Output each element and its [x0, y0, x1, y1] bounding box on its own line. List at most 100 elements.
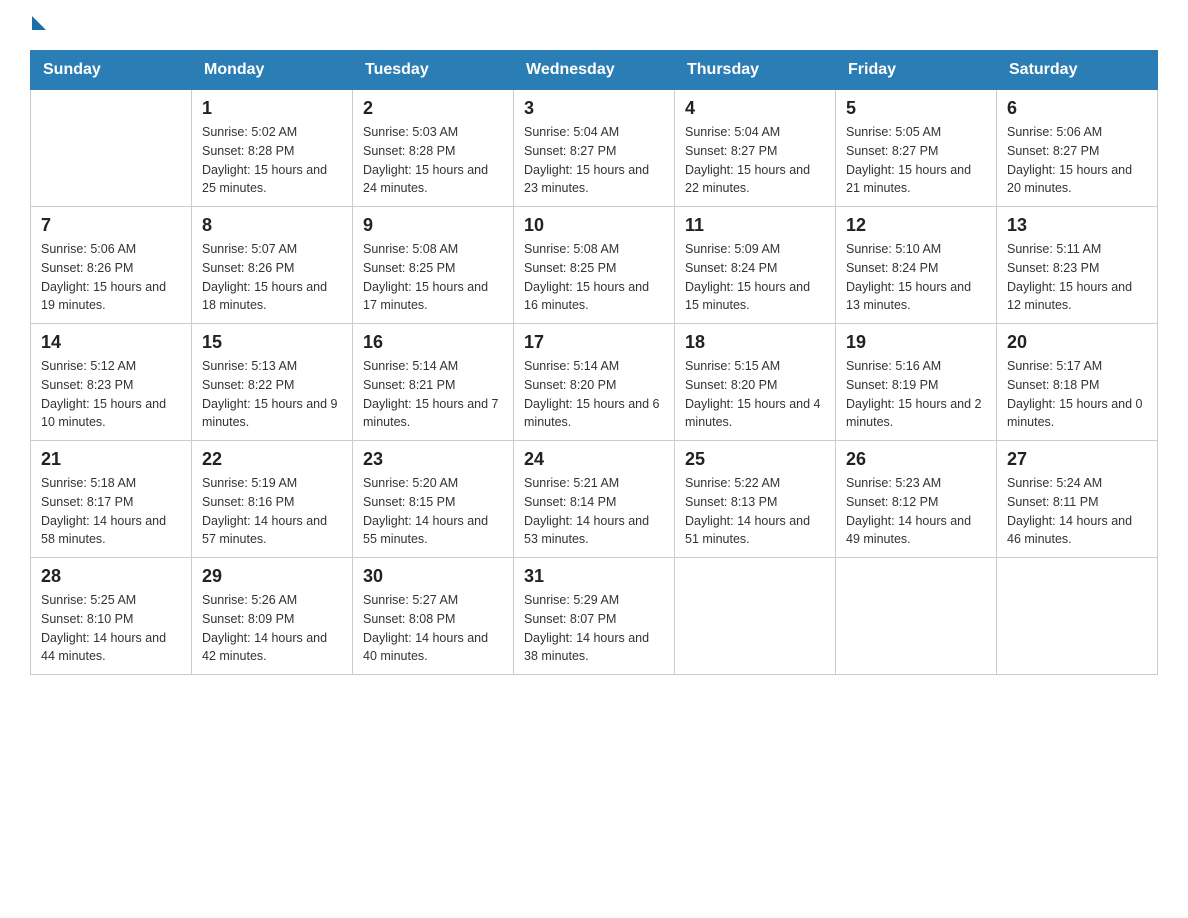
calendar-cell: 11 Sunrise: 5:09 AMSunset: 8:24 PMDayligh…	[675, 207, 836, 324]
page-header	[30, 20, 1158, 30]
cell-day-number: 6	[1007, 98, 1147, 119]
cell-day-number: 16	[363, 332, 503, 353]
cell-day-number: 24	[524, 449, 664, 470]
cell-sun-info: Sunrise: 5:09 AMSunset: 8:24 PMDaylight:…	[685, 240, 825, 315]
calendar-week-row: 28 Sunrise: 5:25 AMSunset: 8:10 PMDayligh…	[31, 558, 1158, 675]
calendar-cell: 15 Sunrise: 5:13 AMSunset: 8:22 PMDayligh…	[192, 324, 353, 441]
col-header-friday: Friday	[836, 51, 997, 90]
cell-sun-info: Sunrise: 5:14 AMSunset: 8:20 PMDaylight:…	[524, 357, 664, 432]
calendar-cell: 6 Sunrise: 5:06 AMSunset: 8:27 PMDaylight…	[997, 90, 1158, 207]
cell-sun-info: Sunrise: 5:16 AMSunset: 8:19 PMDaylight:…	[846, 357, 986, 432]
cell-day-number: 15	[202, 332, 342, 353]
calendar-cell: 7 Sunrise: 5:06 AMSunset: 8:26 PMDaylight…	[31, 207, 192, 324]
calendar-cell: 2 Sunrise: 5:03 AMSunset: 8:28 PMDaylight…	[353, 90, 514, 207]
calendar-cell	[31, 90, 192, 207]
calendar-cell: 10 Sunrise: 5:08 AMSunset: 8:25 PMDayligh…	[514, 207, 675, 324]
cell-sun-info: Sunrise: 5:18 AMSunset: 8:17 PMDaylight:…	[41, 474, 181, 549]
calendar-cell: 5 Sunrise: 5:05 AMSunset: 8:27 PMDaylight…	[836, 90, 997, 207]
calendar-cell	[836, 558, 997, 675]
cell-sun-info: Sunrise: 5:05 AMSunset: 8:27 PMDaylight:…	[846, 123, 986, 198]
cell-day-number: 26	[846, 449, 986, 470]
calendar-cell: 14 Sunrise: 5:12 AMSunset: 8:23 PMDayligh…	[31, 324, 192, 441]
cell-day-number: 9	[363, 215, 503, 236]
cell-sun-info: Sunrise: 5:25 AMSunset: 8:10 PMDaylight:…	[41, 591, 181, 666]
cell-sun-info: Sunrise: 5:12 AMSunset: 8:23 PMDaylight:…	[41, 357, 181, 432]
calendar-cell: 26 Sunrise: 5:23 AMSunset: 8:12 PMDayligh…	[836, 441, 997, 558]
cell-day-number: 10	[524, 215, 664, 236]
calendar-cell: 9 Sunrise: 5:08 AMSunset: 8:25 PMDaylight…	[353, 207, 514, 324]
cell-sun-info: Sunrise: 5:22 AMSunset: 8:13 PMDaylight:…	[685, 474, 825, 549]
calendar-cell: 22Sunrise: 5:19 AMSunset: 8:16 PMDayligh…	[192, 441, 353, 558]
cell-sun-info: Sunrise: 5:02 AMSunset: 8:28 PMDaylight:…	[202, 123, 342, 198]
calendar-week-row: 7 Sunrise: 5:06 AMSunset: 8:26 PMDaylight…	[31, 207, 1158, 324]
cell-day-number: 29	[202, 566, 342, 587]
calendar-header-row: SundayMondayTuesdayWednesdayThursdayFrid…	[31, 51, 1158, 90]
cell-sun-info: Sunrise: 5:24 AMSunset: 8:11 PMDaylight:…	[1007, 474, 1147, 549]
calendar-week-row: 14 Sunrise: 5:12 AMSunset: 8:23 PMDayligh…	[31, 324, 1158, 441]
cell-sun-info: Sunrise: 5:06 AMSunset: 8:26 PMDaylight:…	[41, 240, 181, 315]
calendar-cell: 23 Sunrise: 5:20 AMSunset: 8:15 PMDayligh…	[353, 441, 514, 558]
cell-day-number: 17	[524, 332, 664, 353]
cell-day-number: 25	[685, 449, 825, 470]
col-header-tuesday: Tuesday	[353, 51, 514, 90]
cell-day-number: 22	[202, 449, 342, 470]
cell-day-number: 11	[685, 215, 825, 236]
calendar-cell: 27 Sunrise: 5:24 AMSunset: 8:11 PMDayligh…	[997, 441, 1158, 558]
calendar-cell: 16 Sunrise: 5:14 AMSunset: 8:21 PMDayligh…	[353, 324, 514, 441]
cell-day-number: 5	[846, 98, 986, 119]
cell-sun-info: Sunrise: 5:13 AMSunset: 8:22 PMDaylight:…	[202, 357, 342, 432]
calendar-cell: 3 Sunrise: 5:04 AMSunset: 8:27 PMDaylight…	[514, 90, 675, 207]
cell-sun-info: Sunrise: 5:08 AMSunset: 8:25 PMDaylight:…	[524, 240, 664, 315]
cell-sun-info: Sunrise: 5:06 AMSunset: 8:27 PMDaylight:…	[1007, 123, 1147, 198]
cell-sun-info: Sunrise: 5:07 AMSunset: 8:26 PMDaylight:…	[202, 240, 342, 315]
cell-sun-info: Sunrise: 5:11 AMSunset: 8:23 PMDaylight:…	[1007, 240, 1147, 315]
calendar-cell: 17 Sunrise: 5:14 AMSunset: 8:20 PMDayligh…	[514, 324, 675, 441]
cell-sun-info: Sunrise: 5:04 AMSunset: 8:27 PMDaylight:…	[524, 123, 664, 198]
calendar-cell: 31 Sunrise: 5:29 AMSunset: 8:07 PMDayligh…	[514, 558, 675, 675]
logo	[30, 20, 46, 30]
cell-day-number: 28	[41, 566, 181, 587]
cell-day-number: 4	[685, 98, 825, 119]
cell-sun-info: Sunrise: 5:21 AMSunset: 8:14 PMDaylight:…	[524, 474, 664, 549]
cell-day-number: 1	[202, 98, 342, 119]
cell-sun-info: Sunrise: 5:17 AMSunset: 8:18 PMDaylight:…	[1007, 357, 1147, 432]
cell-day-number: 31	[524, 566, 664, 587]
cell-day-number: 2	[363, 98, 503, 119]
calendar-cell: 12 Sunrise: 5:10 AMSunset: 8:24 PMDayligh…	[836, 207, 997, 324]
cell-sun-info: Sunrise: 5:29 AMSunset: 8:07 PMDaylight:…	[524, 591, 664, 666]
calendar-cell: 19 Sunrise: 5:16 AMSunset: 8:19 PMDayligh…	[836, 324, 997, 441]
calendar-cell: 20 Sunrise: 5:17 AMSunset: 8:18 PMDayligh…	[997, 324, 1158, 441]
cell-day-number: 13	[1007, 215, 1147, 236]
cell-sun-info: Sunrise: 5:10 AMSunset: 8:24 PMDaylight:…	[846, 240, 986, 315]
calendar-cell: 30 Sunrise: 5:27 AMSunset: 8:08 PMDayligh…	[353, 558, 514, 675]
col-header-sunday: Sunday	[31, 51, 192, 90]
calendar-cell: 25 Sunrise: 5:22 AMSunset: 8:13 PMDayligh…	[675, 441, 836, 558]
calendar-table: SundayMondayTuesdayWednesdayThursdayFrid…	[30, 50, 1158, 675]
cell-day-number: 20	[1007, 332, 1147, 353]
calendar-cell: 1 Sunrise: 5:02 AMSunset: 8:28 PMDaylight…	[192, 90, 353, 207]
cell-sun-info: Sunrise: 5:04 AMSunset: 8:27 PMDaylight:…	[685, 123, 825, 198]
cell-day-number: 7	[41, 215, 181, 236]
cell-sun-info: Sunrise: 5:14 AMSunset: 8:21 PMDaylight:…	[363, 357, 503, 432]
cell-sun-info: Sunrise: 5:23 AMSunset: 8:12 PMDaylight:…	[846, 474, 986, 549]
cell-day-number: 19	[846, 332, 986, 353]
calendar-cell: 4 Sunrise: 5:04 AMSunset: 8:27 PMDaylight…	[675, 90, 836, 207]
calendar-cell: 29 Sunrise: 5:26 AMSunset: 8:09 PMDayligh…	[192, 558, 353, 675]
cell-sun-info: Sunrise: 5:26 AMSunset: 8:09 PMDaylight:…	[202, 591, 342, 666]
col-header-saturday: Saturday	[997, 51, 1158, 90]
cell-sun-info: Sunrise: 5:20 AMSunset: 8:15 PMDaylight:…	[363, 474, 503, 549]
cell-day-number: 30	[363, 566, 503, 587]
cell-day-number: 18	[685, 332, 825, 353]
calendar-cell: 24 Sunrise: 5:21 AMSunset: 8:14 PMDayligh…	[514, 441, 675, 558]
cell-day-number: 21	[41, 449, 181, 470]
col-header-wednesday: Wednesday	[514, 51, 675, 90]
cell-sun-info: Sunrise: 5:03 AMSunset: 8:28 PMDaylight:…	[363, 123, 503, 198]
cell-day-number: 27	[1007, 449, 1147, 470]
cell-day-number: 3	[524, 98, 664, 119]
cell-day-number: 23	[363, 449, 503, 470]
cell-day-number: 14	[41, 332, 181, 353]
cell-sun-info: Sunrise: 5:08 AMSunset: 8:25 PMDaylight:…	[363, 240, 503, 315]
cell-day-number: 12	[846, 215, 986, 236]
calendar-cell	[675, 558, 836, 675]
cell-sun-info: Sunrise: 5:27 AMSunset: 8:08 PMDaylight:…	[363, 591, 503, 666]
